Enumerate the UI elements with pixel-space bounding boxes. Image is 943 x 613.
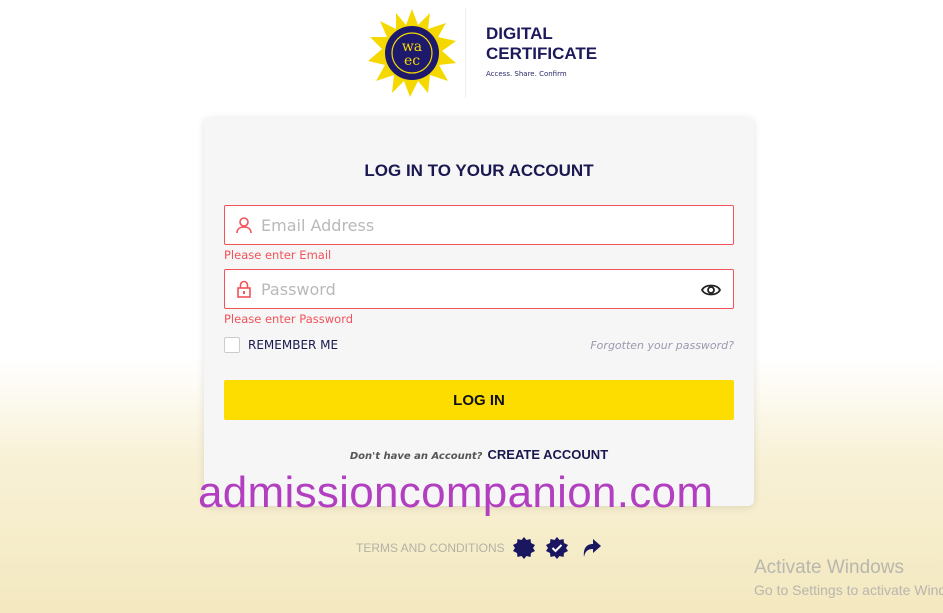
email-placeholder: Email Address [261,216,375,235]
no-account-text: Don't have an Account? [349,451,483,462]
brand-line1: DIGITAL [486,24,553,43]
terms-link[interactable]: TERMS AND CONDITIONS [356,541,505,555]
login-card: LOG IN TO YOUR ACCOUNT Email Address Ple… [204,118,754,506]
page-title: LOG IN TO YOUR ACCOUNT [364,161,594,180]
svg-text:ec: ec [404,53,420,69]
activate-windows-title: Activate Windows [754,557,904,578]
waec-logo: wa ec [368,9,456,97]
brand-tagline: Access. Share. Confirm [486,70,567,78]
email-input[interactable]: Email Address [224,205,734,245]
brand-line2: CERTIFICATE [486,44,598,63]
header-divider [465,8,466,98]
share-icon[interactable] [580,537,602,559]
login-button[interactable]: LOG IN [224,380,734,420]
remember-me-label: REMEMBER ME [248,338,339,352]
forgot-password-link[interactable]: Forgotten your password? [590,339,734,352]
activate-windows-subtitle: Go to Settings to activate Windows. [754,582,943,598]
remember-me-checkbox[interactable] [224,337,240,353]
password-error: Please enter Password [224,312,354,326]
watermark: admissioncompanion.com [198,468,714,517]
signup-row: Don't have an Account? CREATE ACCOUNT [204,444,754,463]
badge-icon[interactable] [513,537,535,559]
eye-icon[interactable] [701,282,721,298]
password-input[interactable]: Password [224,269,734,309]
lock-icon [237,280,251,298]
email-error: Please enter Email [224,248,332,262]
brand-title: DIGITAL CERTIFICATE [486,24,597,64]
verified-badge-icon[interactable] [546,537,568,559]
password-placeholder: Password [261,280,336,299]
create-account-link[interactable]: CREATE ACCOUNT [488,447,609,462]
user-icon [236,217,252,234]
